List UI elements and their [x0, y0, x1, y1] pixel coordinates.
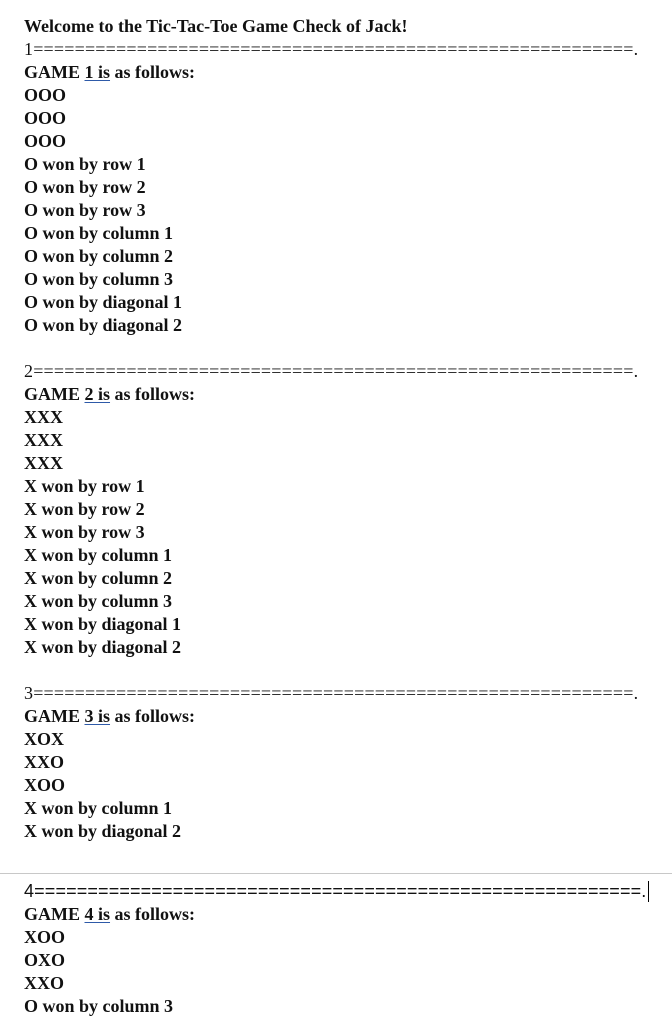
game-heading: GAME 1 is as follows: — [24, 61, 195, 84]
game-heading-prefix: GAME — [24, 904, 85, 924]
board-row: OOO — [24, 108, 67, 128]
game-number: 1 is — [84, 62, 111, 82]
game-heading-prefix: GAME — [24, 62, 85, 82]
result-line: O won by column 1 — [24, 223, 174, 243]
result-line: O won by row 2 — [24, 177, 146, 197]
result-line: X won by diagonal 2 — [24, 637, 182, 657]
result-line: X won by column 1 — [24, 798, 173, 818]
board-row: XOO — [24, 927, 66, 947]
game-heading-prefix: GAME — [24, 384, 85, 404]
result-line: X won by column 2 — [24, 568, 173, 588]
result-line: O won by row 1 — [24, 154, 146, 174]
result-line: X won by row 3 — [24, 522, 145, 542]
board-row: XOO — [24, 775, 66, 795]
game-heading-prefix: GAME — [24, 706, 85, 726]
board-row: OXO — [24, 950, 66, 970]
board-row: OOO — [24, 131, 67, 151]
result-line: X won by diagonal 2 — [24, 821, 182, 841]
result-line: X won by diagonal 1 — [24, 614, 182, 634]
result-line: X won by column 1 — [24, 545, 173, 565]
page-break-divider — [0, 873, 672, 874]
game-number: 2 is — [84, 384, 111, 404]
result-line: X won by row 1 — [24, 476, 145, 496]
game-heading-suffix: as follows: — [110, 706, 196, 726]
result-line: O won by diagonal 1 — [24, 292, 183, 312]
game-separator[interactable]: 4=======================================… — [24, 880, 646, 903]
board-row: XXX — [24, 407, 63, 427]
game-number: 3 is — [84, 706, 111, 726]
game-heading-suffix: as follows: — [110, 62, 196, 82]
game-separator: 1=======================================… — [24, 39, 639, 59]
result-line: O won by column 2 — [24, 246, 174, 266]
result-line: O won by column 3 — [24, 269, 174, 289]
result-line: O won by diagonal 2 — [24, 315, 183, 335]
game-separator: 2=======================================… — [24, 361, 639, 381]
board-row: XOX — [24, 729, 64, 749]
game-heading: GAME 4 is as follows: — [24, 903, 195, 926]
game-number: 4 is — [84, 904, 111, 924]
result-line: O won by column 3 — [24, 996, 174, 1016]
game-heading: GAME 3 is as follows: — [24, 705, 195, 728]
game-heading: GAME 2 is as follows: — [24, 383, 195, 406]
result-line: X won by row 2 — [24, 499, 145, 519]
result-line: X won by column 3 — [24, 591, 173, 611]
board-row: XXX — [24, 453, 63, 473]
game-separator: 3=======================================… — [24, 683, 639, 703]
board-row: XXX — [24, 430, 63, 450]
board-row: XXO — [24, 752, 64, 772]
text-cursor — [648, 881, 649, 902]
document-title: Welcome to the Tic-Tac-Toe Game Check of… — [24, 16, 408, 36]
game-heading-suffix: as follows: — [110, 384, 196, 404]
game-heading-suffix: as follows: — [110, 904, 196, 924]
board-row: XXO — [24, 973, 64, 993]
result-line: O won by row 3 — [24, 200, 146, 220]
board-row: OOO — [24, 85, 67, 105]
